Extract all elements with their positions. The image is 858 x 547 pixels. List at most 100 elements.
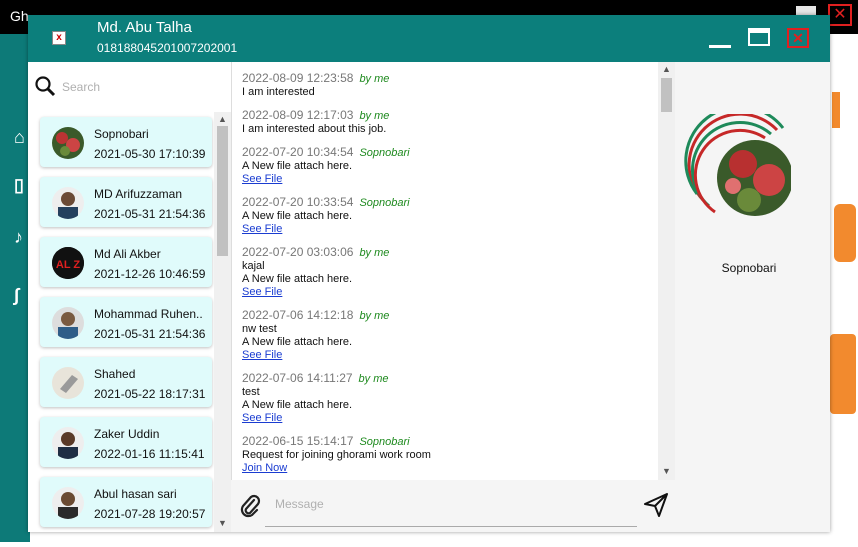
background-close-button[interactable]: ✕ [828,4,852,26]
search-icon[interactable] [34,75,56,97]
message-time: 2022-08-09 12:17:03 [242,108,354,122]
message-list: 2022-08-09 12:23:58 by me I am interested… [232,62,658,480]
message-time: 2022-07-20 03:03:06 [242,245,354,259]
background-decoration [830,92,856,414]
scroll-down-icon[interactable]: ▼ [217,518,228,528]
see-file-link[interactable]: See File [242,412,652,425]
message-sender: by me [359,247,390,259]
message-time: 2022-08-09 12:23:58 [242,71,354,85]
contact-name: Mohammad Ruhen.. [94,307,203,321]
contact-list: Sopnobari 2021-05-30 17:10:39 MD Arifuzz… [28,112,214,532]
active-contact-name: Md. Abu Talha [97,19,192,36]
message-composer [231,480,675,532]
background-sidebar: ⌂ ▯ ♪ ∫ [0,34,30,542]
contact-date: 2021-05-22 18:17:31 [94,387,206,401]
contact-date: 2021-07-28 19:20:57 [94,507,206,521]
scrollbar-thumb[interactable] [217,126,228,256]
profile-avatar [683,105,793,222]
app-icon: x [52,31,66,45]
tool-icon[interactable]: ♪ [14,226,28,248]
message: 2022-06-15 15:14:17 Sopnobari Request for… [242,435,652,475]
window-titlebar: x Md. Abu Talha 01818804520100720200​1 ✕ [28,15,830,62]
see-file-link[interactable]: See File [242,173,652,186]
chat-window: x Md. Abu Talha 01818804520100720200​1 ✕… [28,15,830,532]
message: 2022-07-20 10:33:54 Sopnobari A New file … [242,196,652,236]
avatar [52,307,84,339]
message-sender: Sopnobari [359,147,410,159]
messages-scrollbar[interactable]: ▲ ▼ [658,62,675,480]
message-text: I am interested about this job. [242,123,387,135]
message: 2022-08-09 12:23:58 by me I am interested [242,72,652,99]
message-input[interactable] [273,492,637,516]
message-text: I am interested [242,86,315,98]
join-now-link[interactable]: Join Now [242,462,652,475]
divider [265,526,637,527]
minimize-button[interactable] [709,45,731,48]
contact-item[interactable]: Mohammad Ruhen.. 2021-05-31 21:54:36 [40,297,212,347]
contact-name: Abul hasan sari [94,487,177,501]
message-time: 2022-07-20 10:34:54 [242,145,354,159]
search-input[interactable] [60,76,224,98]
message-sender: Sopnobari [359,197,410,209]
message-time: 2022-07-20 10:33:54 [242,195,354,209]
avatar [52,487,84,519]
see-file-link[interactable]: See File [242,286,652,299]
message-text: A New file attach here. [242,336,353,348]
message-text: A New file attach here. [242,160,353,172]
profile-panel: Sopnobari [675,62,830,532]
message-sender: by me [359,73,390,85]
message: 2022-07-06 14:12:18 by me nw test A New f… [242,309,652,362]
message-sender: by me [359,110,390,122]
message-time: 2022-06-15 15:14:17 [242,434,354,448]
close-button[interactable]: ✕ [787,28,809,48]
avatar: AL Z [52,247,84,279]
see-file-link[interactable]: See File [242,349,652,362]
message-text: A New file attach here. [242,210,353,222]
message-sender: by me [359,310,390,322]
paperclip-icon[interactable] [239,494,261,518]
home-icon[interactable]: ⌂ [14,126,28,148]
contact-item[interactable]: AL Z Md Ali Akber 2021-12-26 10:46:59 [40,237,212,287]
contact-item[interactable]: Abul hasan sari 2021-07-28 19:20:57 [40,477,212,527]
profile-name: Sopnobari [721,261,777,275]
message: 2022-08-09 12:17:03 by me I am interested… [242,109,652,136]
contacts-scrollbar[interactable]: ▲ ▼ [214,112,231,532]
contact-item[interactable]: MD Arifuzzaman 2021-05-31 21:54:36 [40,177,212,227]
background-right-edge [830,34,858,542]
messages-panel: 2022-08-09 12:23:58 by me I am interested… [231,62,660,480]
contact-item[interactable]: Sopnobari 2021-05-30 17:10:39 [40,117,212,167]
contact-date: 2021-12-26 10:46:59 [94,267,206,281]
message-text: nw test [242,323,277,335]
message-text: A New file attach here. [242,273,353,285]
contact-date: 2021-05-31 21:54:36 [94,327,206,341]
message: 2022-07-20 10:34:54 Sopnobari A New file … [242,146,652,186]
message-sender: by me [358,373,389,385]
message-time: 2022-07-06 14:12:18 [242,308,354,322]
avatar [52,367,84,399]
scroll-up-icon[interactable]: ▲ [661,64,672,74]
scroll-down-icon[interactable]: ▼ [661,466,672,476]
message-text: Request for joining ghorami work room [242,449,431,461]
contact-item[interactable]: Zaker Uddin 2022-01-16 11:15:41 [40,417,212,467]
contact-date: 2021-05-31 21:54:36 [94,207,206,221]
maximize-button[interactable] [748,28,770,46]
message-sender: Sopnobari [359,436,410,448]
search-box [34,72,224,102]
avatar [52,427,84,459]
message: 2022-07-20 03:03:06 by me kajal A New fil… [242,246,652,299]
scrollbar-thumb[interactable] [661,78,672,112]
contact-item[interactable]: Shahed 2021-05-22 18:17:31 [40,357,212,407]
contact-name: Zaker Uddin [94,427,160,441]
avatar [52,127,84,159]
contact-name: Md Ali Akber [94,247,161,261]
contact-name: Sopnobari [94,127,149,141]
message-text: kajal [242,260,265,272]
contact-date: 2022-01-16 11:15:41 [94,447,205,461]
message-text: test [242,386,260,398]
see-file-link[interactable]: See File [242,223,652,236]
send-icon[interactable] [643,492,669,518]
user-icon[interactable]: ∫ [14,284,28,306]
document-icon[interactable]: ▯ [14,174,28,196]
contacts-panel: Sopnobari 2021-05-30 17:10:39 MD Arifuzz… [28,62,231,532]
scroll-up-icon[interactable]: ▲ [217,114,228,124]
